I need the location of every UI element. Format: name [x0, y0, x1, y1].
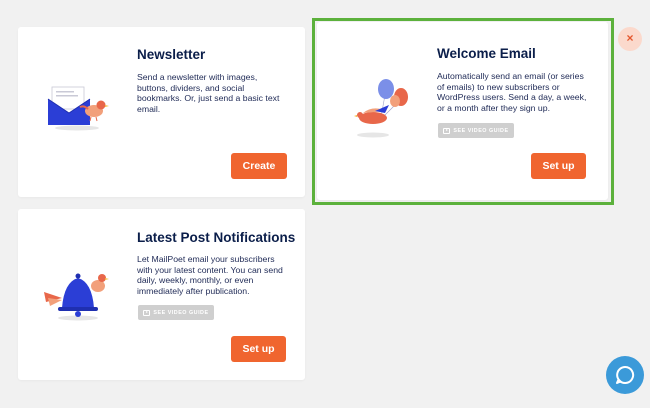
video-icon: [143, 309, 151, 316]
help-button[interactable]: [606, 356, 644, 394]
newsletter-description: Send a newsletter with images, buttons, …: [137, 72, 280, 114]
post-notifications-illustration: [44, 273, 109, 321]
chat-bubble-icon: [616, 365, 635, 384]
newsletter-title: Newsletter: [137, 47, 206, 62]
post-notifications-description: Let MailPoet email your subscribers with…: [137, 254, 283, 296]
newsletter-card: Newsletter Send a newsletter with images…: [18, 27, 305, 197]
newsletter-illustration: [47, 86, 109, 131]
post-notifications-setup-button[interactable]: Set up: [231, 336, 286, 362]
post-notifications-card: Latest Post Notifications Let MailPoet e…: [18, 209, 305, 380]
close-button[interactable]: ×: [618, 27, 642, 51]
create-newsletter-button[interactable]: Create: [231, 153, 287, 179]
selection-highlight: [312, 18, 614, 205]
close-icon: ×: [626, 31, 634, 45]
post-notifications-video-guide-button[interactable]: SEE VIDEO GUIDE: [138, 305, 214, 320]
post-notifications-video-guide-label: SEE VIDEO GUIDE: [153, 309, 209, 316]
post-notifications-title: Latest Post Notifications: [137, 230, 296, 245]
